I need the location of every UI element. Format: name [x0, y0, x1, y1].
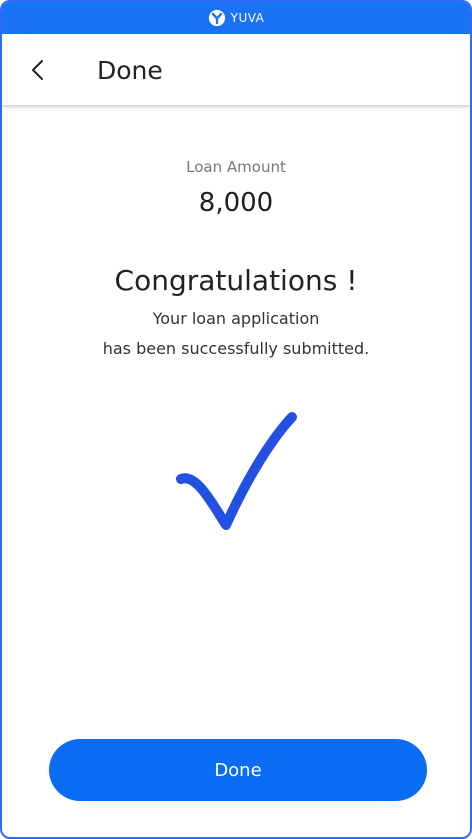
- loan-amount-value: 8,000: [198, 188, 274, 218]
- brand-name: YUVA: [230, 11, 265, 25]
- yuva-logo-icon: [208, 9, 225, 27]
- brand-bar: YUVA: [2, 2, 470, 34]
- success-message-line-1: Your loan application: [152, 309, 320, 328]
- checkmark-icon: [176, 412, 297, 530]
- success-headline: Congratulations !: [114, 264, 358, 297]
- page-title: Done: [97, 56, 163, 85]
- loan-amount-label: Loan Amount: [186, 158, 286, 176]
- back-button[interactable]: [22, 54, 54, 86]
- success-message-line-2: has been successfully submitted.: [102, 339, 370, 358]
- chevron-left-icon: [32, 60, 43, 80]
- app-frame: YUVA Done Loan Amount 8,000 Congratulati…: [0, 0, 472, 839]
- top-app-bar: Done: [2, 34, 470, 106]
- done-button[interactable]: Done: [49, 739, 427, 801]
